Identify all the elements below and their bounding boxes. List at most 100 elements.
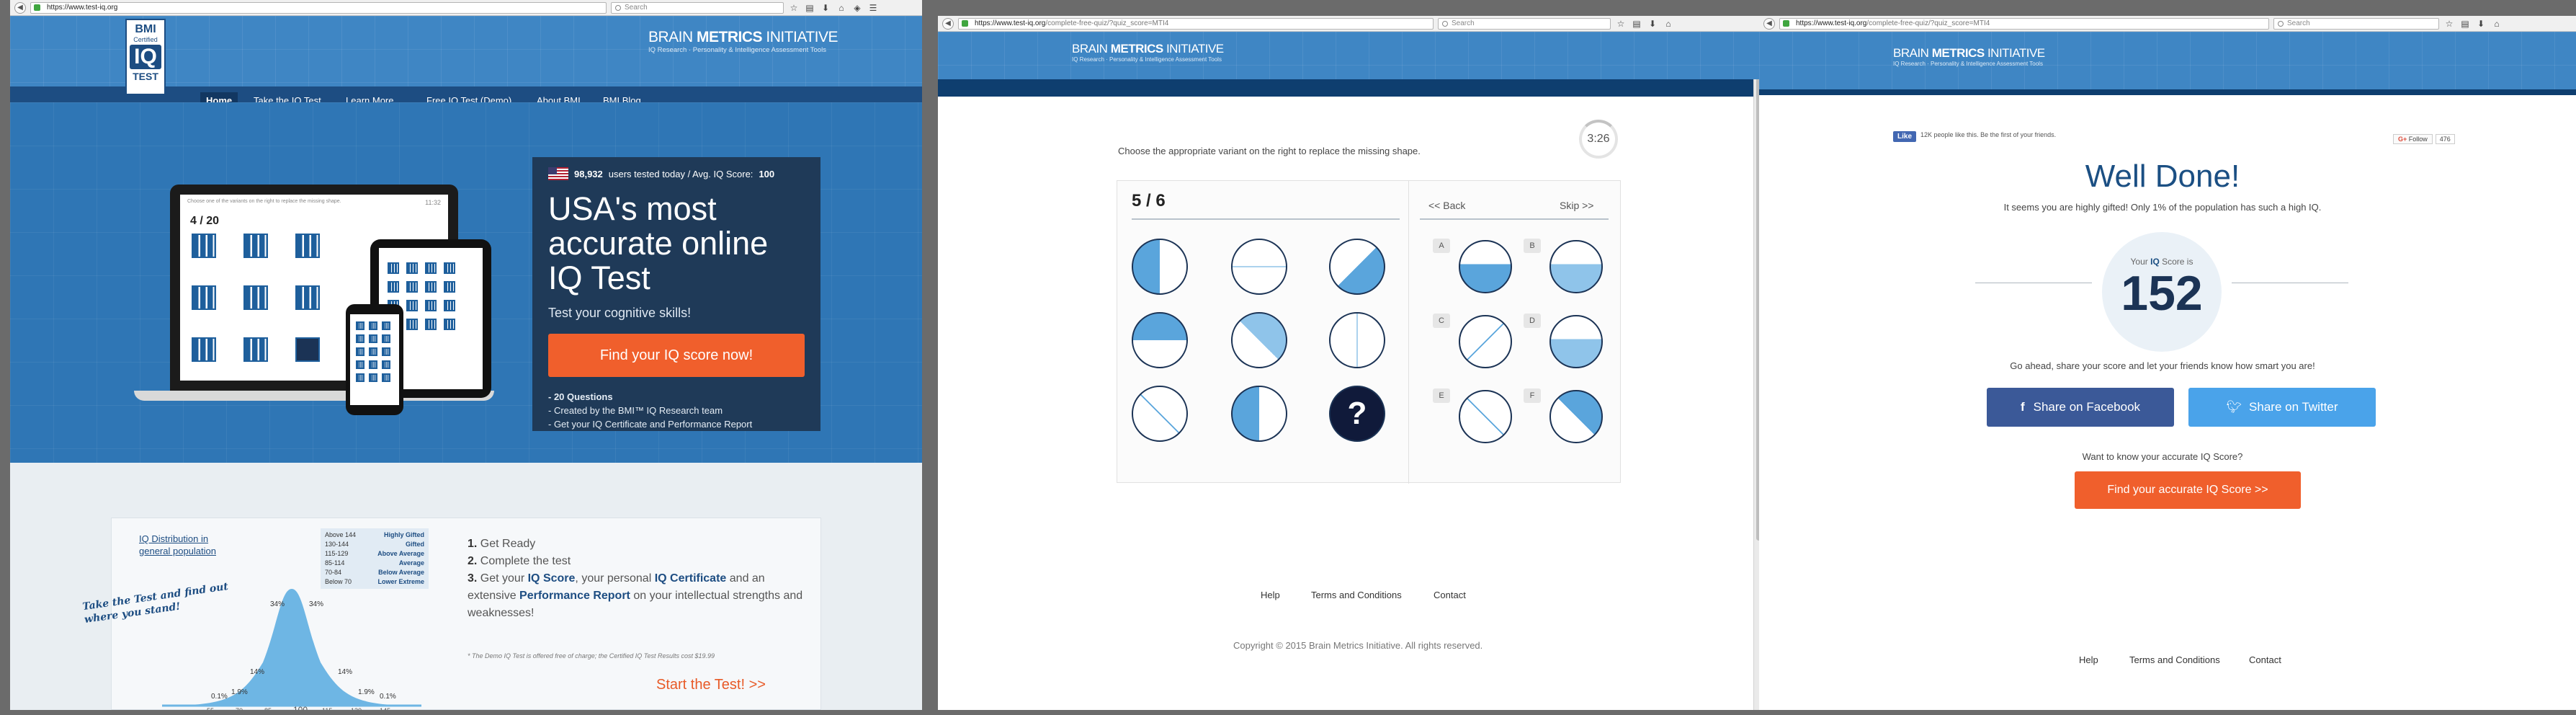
header-band	[938, 79, 1763, 97]
legend-label: Gifted	[406, 541, 424, 548]
device-instruction: Choose one of the variants on the right …	[187, 199, 341, 204]
lock-icon	[1783, 19, 1789, 27]
stats-text: users tested today / Avg. IQ Score:	[608, 168, 753, 179]
mini-puzzle-cell	[295, 337, 320, 362]
answer-option[interactable]	[1459, 390, 1512, 443]
start-test-link[interactable]: Start the Test! >>	[656, 677, 766, 693]
address-bar[interactable]: https://www.test-iq.org/complete-free-qu…	[958, 17, 1434, 30]
gplus-follow-button[interactable]: G+ Follow	[2393, 134, 2433, 144]
back-icon[interactable]: ◀	[1763, 17, 1775, 30]
legend-range: 85-114	[325, 559, 345, 567]
download-icon[interactable]: ⬇	[1647, 19, 1658, 29]
find-iq-score-button[interactable]: Find your IQ score now!	[548, 334, 805, 377]
footer-contact-link[interactable]: Contact	[1434, 590, 1466, 600]
browser-toolbar: ◀ https://www.test-iq.org Search ☆ ▤ ⬇ ⌂…	[10, 0, 922, 16]
footer-terms-link[interactable]: Terms and Conditions	[2129, 654, 2220, 665]
legend-range: 130-144	[325, 541, 349, 548]
footer-terms-link[interactable]: Terms and Conditions	[1311, 590, 1402, 600]
mini-puzzle-cell	[382, 321, 390, 330]
brand-title: BRAIN METRICS INITIATIVE IQ Research · P…	[648, 29, 838, 54]
mini-puzzle-cell	[406, 319, 418, 330]
mini-puzzle-cell	[425, 300, 437, 311]
curve-percent-label: 34%	[270, 600, 285, 608]
curve-percent-label: 0.1%	[211, 693, 228, 701]
hero-subhead: Test your cognitive skills!	[548, 306, 692, 320]
answer-option[interactable]	[1549, 390, 1603, 443]
footer-contact-link[interactable]: Contact	[2249, 654, 2281, 665]
search-input[interactable]: Search	[1438, 17, 1611, 30]
library-icon[interactable]: ▤	[2459, 19, 2471, 29]
hero-headline: USA's most accurate online IQ Test	[548, 190, 769, 296]
share-prompt: Go ahead, share your score and let your …	[2010, 360, 2315, 371]
star-icon[interactable]: ☆	[788, 3, 800, 13]
quiz-panel: 5 / 6 << Back Skip >> ? A B C D E F	[1117, 180, 1621, 484]
curve-axis-label: 70	[236, 707, 243, 710]
puzzle-shape	[1132, 386, 1188, 442]
search-input[interactable]: Search	[611, 1, 784, 14]
step-3: 3. Get your IQ Score, your personal IQ C…	[468, 572, 803, 619]
accurate-prompt: Want to know your accurate IQ Score?	[2082, 451, 2243, 462]
share-twitter-button[interactable]: 🐦︎ Share on Twitter	[2188, 388, 2376, 427]
fb-like-button[interactable]: Like	[1893, 131, 1917, 142]
curve-percent-label: 1.9%	[358, 688, 375, 696]
download-icon[interactable]: ⬇	[820, 3, 831, 13]
footer-help-link[interactable]: Help	[1261, 590, 1280, 600]
back-icon[interactable]: ◀	[942, 17, 954, 30]
answer-option[interactable]	[1459, 240, 1512, 293]
library-icon[interactable]: ▤	[1631, 19, 1642, 29]
browser-window-home: ◀ https://www.test-iq.org Search ☆ ▤ ⬇ ⌂…	[10, 0, 922, 710]
puzzle-shape	[1231, 386, 1287, 442]
footer-help-link[interactable]: Help	[2079, 654, 2098, 665]
facebook-icon: f	[2020, 400, 2025, 414]
mini-puzzle-cell	[243, 285, 268, 310]
browser-window-quiz: ◀ https://www.test-iq.org/complete-free-…	[938, 16, 1763, 710]
answer-option[interactable]	[1549, 240, 1603, 293]
answer-label: F	[1524, 388, 1541, 403]
back-icon[interactable]: ◀	[14, 1, 26, 14]
answer-option[interactable]	[1459, 315, 1512, 368]
brand-title: BRAIN METRICS INITIATIVE IQ Research · P…	[1072, 42, 1224, 63]
curve-axis-label: 100	[293, 705, 308, 710]
address-bar[interactable]: https://www.test-iq.org/complete-free-qu…	[1779, 17, 2269, 30]
mini-puzzle-cell	[295, 285, 320, 310]
mini-puzzle-cell	[295, 234, 320, 258]
curve-percent-label: 14%	[250, 668, 264, 676]
iq-score-value: 152	[2121, 266, 2203, 321]
browser-toolbar: ◀ https://www.test-iq.org/complete-free-…	[1759, 16, 2576, 32]
legend-row: 130-144 Gifted	[325, 540, 424, 549]
puzzle-shape	[1329, 312, 1385, 368]
answer-label: B	[1524, 239, 1541, 253]
star-icon[interactable]: ☆	[2443, 19, 2455, 29]
hero-section: Choose one of the variants on the right …	[10, 102, 922, 474]
mini-puzzle-cell	[192, 285, 216, 310]
legend-row: Above 144 Highly Gifted	[325, 530, 424, 540]
address-bar[interactable]: https://www.test-iq.org	[30, 1, 607, 14]
mini-puzzle-cell	[356, 334, 365, 343]
accurate-score-button[interactable]: Find your accurate IQ Score >>	[2075, 471, 2301, 509]
back-button[interactable]: << Back	[1428, 200, 1465, 211]
home-icon[interactable]: ⌂	[2491, 19, 2503, 29]
step-1: Get Ready	[480, 538, 536, 550]
bmi-logo[interactable]: BMI Certified IQ TEST	[125, 19, 166, 95]
curve-percent-label: 34%	[309, 600, 323, 608]
mini-puzzle-cell	[369, 373, 377, 382]
search-input[interactable]: Search	[2273, 17, 2439, 30]
mini-puzzle-cell	[444, 262, 455, 274]
skip-button[interactable]: Skip >>	[1560, 200, 1593, 211]
mini-puzzle-cell	[388, 262, 399, 274]
pocket-icon[interactable]: ◈	[851, 3, 863, 13]
mini-puzzle-cell	[192, 337, 216, 362]
answer-option[interactable]	[1549, 315, 1603, 368]
mini-puzzle-cell	[382, 373, 390, 382]
download-icon[interactable]: ⬇	[2475, 19, 2487, 29]
star-icon[interactable]: ☆	[1615, 19, 1627, 29]
search-placeholder: Search	[625, 3, 648, 12]
home-icon[interactable]: ⌂	[1663, 19, 1674, 29]
hero-panel: 98,932 users tested today / Avg. IQ Scor…	[532, 157, 820, 431]
share-facebook-button[interactable]: f Share on Facebook	[1987, 388, 2174, 427]
home-icon[interactable]: ⌂	[836, 3, 847, 13]
menu-icon[interactable]: ☰	[867, 3, 879, 13]
info-section: IQ Distribution in general population Ta…	[10, 463, 922, 710]
mini-puzzle-cell	[406, 262, 418, 274]
library-icon[interactable]: ▤	[804, 3, 815, 13]
